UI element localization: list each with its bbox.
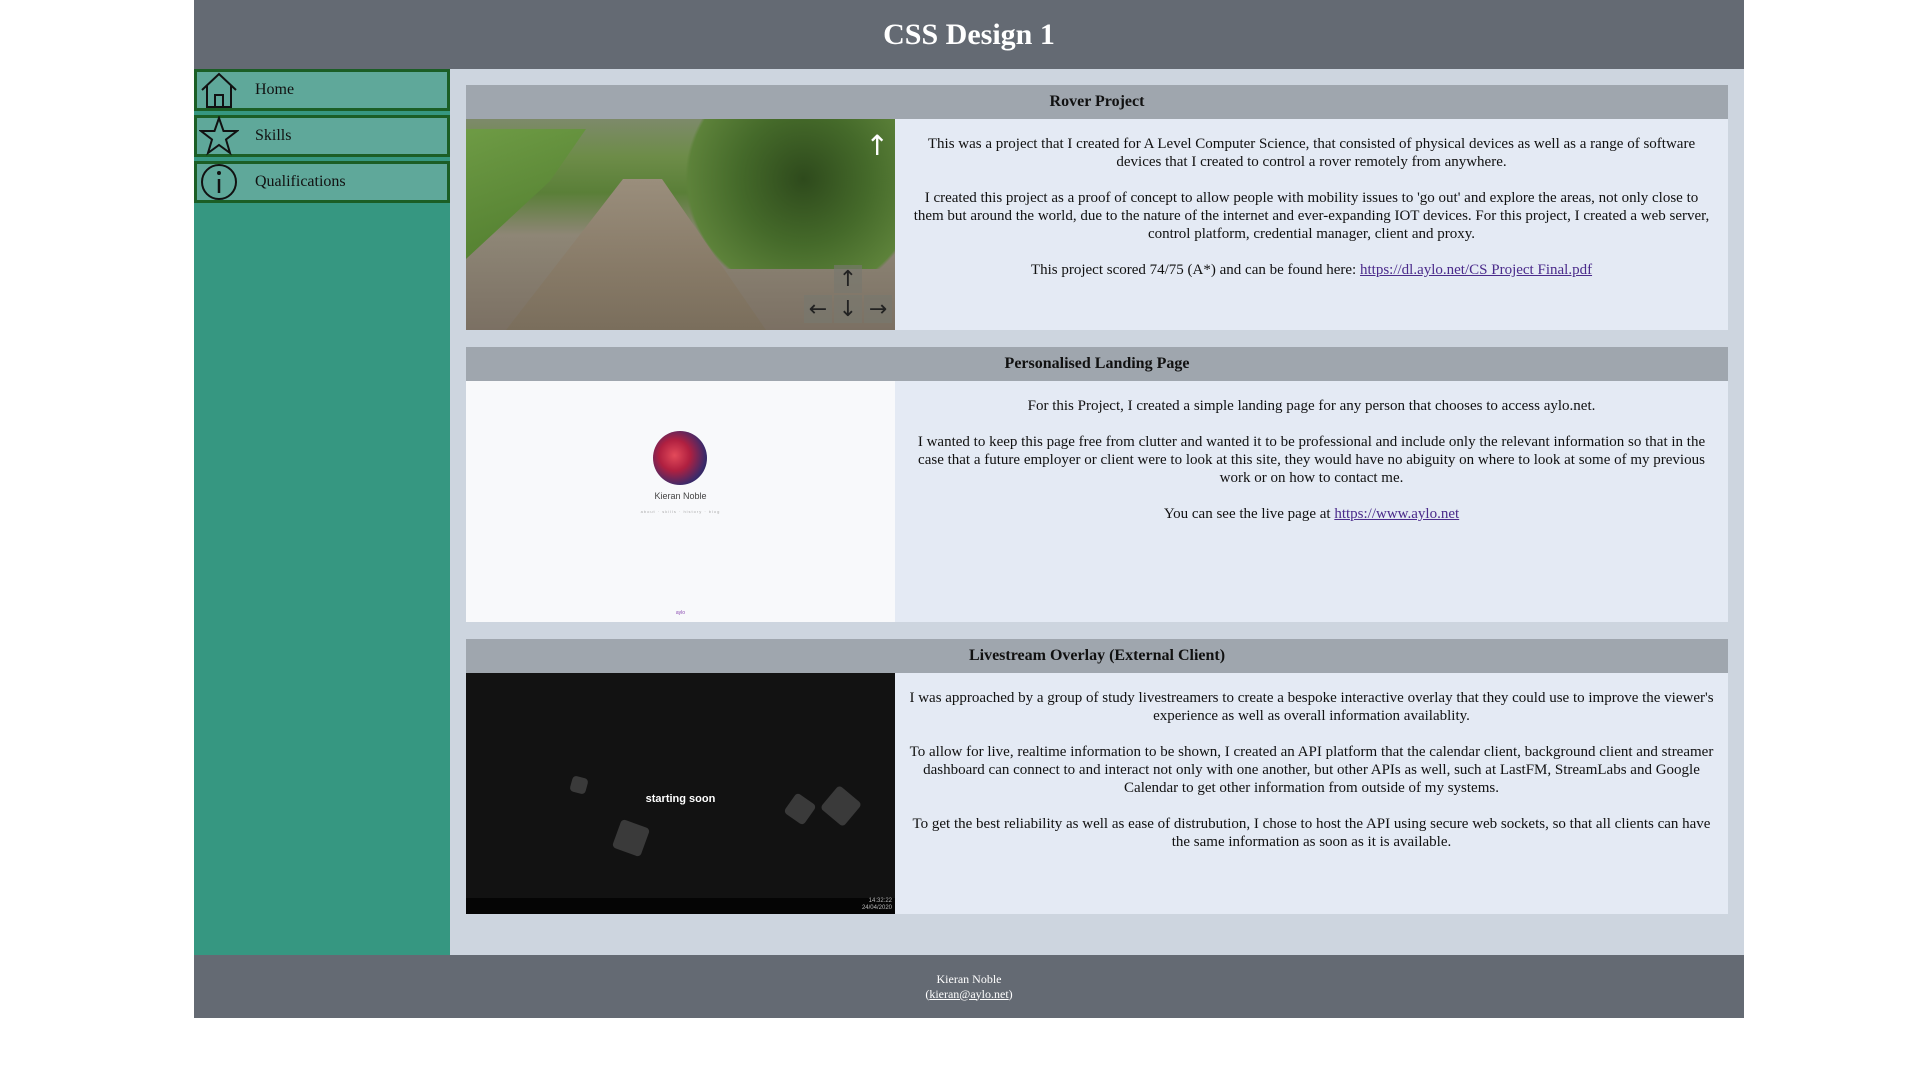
arrow-right-icon: →: [864, 295, 892, 323]
avatar: [653, 431, 707, 485]
landing-page-preview: Kieran Noble about · skills · history · …: [466, 381, 895, 622]
card-paragraph: To get the best reliability as well as e…: [912, 816, 1711, 850]
floating-square: [611, 818, 651, 858]
project-pdf-link[interactable]: https://dl.aylo.net/CS Project Final.pdf: [1360, 262, 1592, 278]
preview-name: Kieran Noble: [654, 491, 707, 501]
card-paragraph: This was a project that I created for A …: [927, 136, 1696, 170]
overlay-preview: starting soon 14:32:22 24/04/2020: [466, 673, 895, 914]
card-body: ↑ ↑ ← ↓ → This was a project that I crea…: [466, 119, 1728, 330]
sidebar-item-label: Skills: [255, 127, 292, 144]
preview-footer: aylo: [675, 610, 686, 616]
card-title: Rover Project: [466, 85, 1728, 119]
arrow-down-icon: ↓: [834, 295, 862, 323]
card-paragraph: I was approached by a group of study liv…: [909, 690, 1714, 724]
arrow-up-icon: ↑: [834, 265, 862, 293]
card-paragraph: To allow for live, realtime information …: [909, 744, 1714, 796]
star-icon: [197, 116, 241, 156]
preview-links: about · skills · history · blog: [640, 509, 721, 514]
main-content: Rover Project ↑ ↑ ← ↓ → This was a proje…: [450, 69, 1744, 955]
rover-camera-image: ↑ ↑ ← ↓ →: [466, 119, 895, 330]
site-footer: Kieran Noble (kieran@aylo.net): [194, 955, 1744, 1018]
card-paragraph: I wanted to keep this page free from clu…: [917, 434, 1706, 486]
page-title: CSS Design 1: [883, 17, 1055, 51]
footer-name: Kieran Noble: [936, 971, 1002, 986]
project-card-landing: Personalised Landing Page Kieran Noble a…: [466, 347, 1728, 622]
site-header: CSS Design 1: [194, 0, 1744, 69]
card-text: This was a project that I created for A …: [895, 119, 1728, 330]
card-paragraph: I created this project as a proof of con…: [913, 190, 1710, 242]
overlay-time: 14:32:22: [868, 898, 892, 904]
sidebar: Home Skills Qualifications: [194, 69, 450, 955]
overlay-date: 24/04/2020: [861, 905, 892, 911]
home-icon: [197, 70, 241, 110]
sidebar-item-skills[interactable]: Skills: [194, 115, 450, 157]
info-icon: [197, 162, 241, 202]
card-paragraph: For this Project, I created a simple lan…: [1027, 398, 1596, 414]
overlay-bottom-bar: [466, 898, 895, 914]
landing-page-link[interactable]: https://www.aylo.net: [1334, 506, 1459, 522]
card-body: starting soon 14:32:22 24/04/2020 I was …: [466, 673, 1728, 914]
page: CSS Design 1 Home Skills Qualifications: [194, 0, 1744, 1018]
sidebar-item-home[interactable]: Home: [194, 69, 450, 111]
card-link-line: This project scored 74/75 (A*) and can b…: [909, 261, 1714, 279]
floating-square: [819, 784, 863, 828]
sidebar-item-label: Qualifications: [255, 173, 346, 190]
card-title: Personalised Landing Page: [466, 347, 1728, 381]
overlay-caption: starting soon: [645, 793, 716, 805]
paren-close: ): [1008, 986, 1013, 1001]
project-card-rover: Rover Project ↑ ↑ ← ↓ → This was a proje…: [466, 85, 1728, 330]
link-prefix: You can see the live page at: [1163, 506, 1335, 522]
project-card-overlay: Livestream Overlay (External Client) sta…: [466, 639, 1728, 914]
card-text: For this Project, I created a simple lan…: [895, 381, 1728, 622]
link-prefix: This project scored 74/75 (A*) and can b…: [1030, 262, 1360, 278]
overlay-clock: 14:32:22 24/04/2020: [862, 898, 892, 912]
email-link[interactable]: kieran@aylo.net: [929, 987, 1008, 1001]
card-link-line: You can see the live page at https://www…: [909, 505, 1714, 523]
card-title: Livestream Overlay (External Client): [466, 639, 1728, 673]
content-row: Home Skills Qualifications Rover Project: [194, 69, 1744, 955]
card-text: I was approached by a group of study liv…: [895, 673, 1728, 914]
up-arrow-icon: ↑: [865, 129, 889, 162]
card-body: Kieran Noble about · skills · history · …: [466, 381, 1728, 622]
sidebar-item-qualifications[interactable]: Qualifications: [194, 161, 450, 203]
sidebar-item-label: Home: [255, 81, 295, 98]
floating-square: [569, 775, 589, 795]
footer-contact: (kieran@aylo.net): [194, 987, 1744, 1002]
grass-shape: [466, 129, 586, 259]
arrow-left-icon: ←: [804, 295, 832, 323]
